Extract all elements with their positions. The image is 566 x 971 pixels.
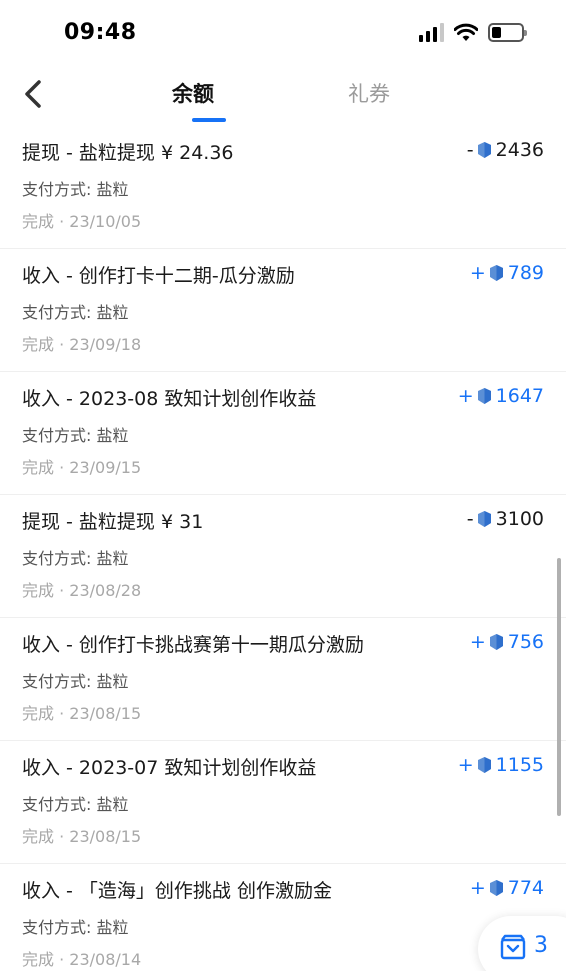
- salt-grain-icon: [489, 880, 503, 896]
- cellular-signal-icon: [419, 22, 444, 42]
- amount-value: 774: [507, 877, 544, 899]
- amount-sign: -: [466, 508, 474, 530]
- floating-inbox-button[interactable]: 3: [478, 916, 566, 971]
- payment-method: 支付方式: 盐粒: [22, 426, 129, 445]
- amount-sign: +: [469, 262, 486, 284]
- transaction-item[interactable]: 收入 - 创作打卡十二期-瓜分激励 + 789 支付方式: 盐粒 完成 · 23…: [0, 249, 566, 372]
- amount-value: 1647: [495, 385, 544, 407]
- transaction-title: 收入 - 2023-07 致知计划创作收益: [22, 757, 317, 779]
- inbox-icon: [500, 934, 526, 960]
- amount-value: 756: [507, 631, 544, 653]
- nav-header: 余额 礼券: [0, 70, 566, 126]
- transaction-title: 提现 - 盐粒提现 ¥ 31: [22, 511, 204, 533]
- salt-grain-icon: [489, 265, 503, 281]
- payment-method: 支付方式: 盐粒: [22, 303, 129, 322]
- inbox-count: 3: [534, 933, 548, 958]
- transaction-title: 收入 - 「造海」创作挑战 创作激励金: [22, 880, 332, 902]
- battery-icon: [488, 22, 527, 42]
- transaction-amount: + 756: [470, 631, 544, 653]
- transaction-amount: + 1155: [458, 754, 544, 776]
- transaction-amount: + 789: [470, 262, 544, 284]
- transaction-title: 收入 - 创作打卡挑战赛第十一期瓜分激励: [22, 634, 364, 656]
- salt-grain-icon: [477, 757, 491, 773]
- amount-sign: +: [469, 877, 486, 899]
- salt-grain-icon: [489, 634, 503, 650]
- transaction-title: 收入 - 2023-08 致知计划创作收益: [22, 388, 317, 410]
- transaction-title: 收入 - 创作打卡十二期-瓜分激励: [22, 265, 295, 287]
- transaction-status: 完成 · 23/08/15: [22, 827, 142, 846]
- tab-coupon[interactable]: 礼券: [348, 78, 390, 108]
- amount-sign: +: [457, 385, 474, 407]
- transaction-item[interactable]: 收入 - 2023-07 致知计划创作收益 + 1155 支付方式: 盐粒 完成…: [0, 741, 566, 864]
- transaction-amount: + 1647: [458, 385, 544, 407]
- transaction-item[interactable]: 提现 - 盐粒提现 ¥ 24.36 - 2436 支付方式: 盐粒 完成 · 2…: [0, 126, 566, 249]
- back-arrow-icon[interactable]: [20, 78, 48, 110]
- transaction-status: 完成 · 23/08/14: [22, 950, 142, 969]
- transaction-status: 完成 · 23/10/05: [22, 212, 142, 231]
- transaction-amount: - 3100: [467, 508, 544, 530]
- payment-method: 支付方式: 盐粒: [22, 795, 129, 814]
- transaction-status: 完成 · 23/09/15: [22, 458, 142, 477]
- transaction-amount: + 774: [470, 877, 544, 899]
- transaction-title: 提现 - 盐粒提现 ¥ 24.36: [22, 142, 234, 164]
- payment-method: 支付方式: 盐粒: [22, 549, 129, 568]
- status-icons: [419, 22, 527, 42]
- payment-method: 支付方式: 盐粒: [22, 180, 129, 199]
- active-tab-indicator: [192, 118, 226, 122]
- transaction-status: 完成 · 23/08/28: [22, 581, 142, 600]
- status-bar: 09:48: [0, 0, 566, 70]
- amount-value: 789: [507, 262, 544, 284]
- amount-value: 1155: [495, 754, 544, 776]
- payment-method: 支付方式: 盐粒: [22, 672, 129, 691]
- salt-grain-icon: [477, 388, 491, 404]
- salt-grain-icon: [477, 511, 491, 527]
- amount-sign: +: [457, 754, 474, 776]
- transaction-list: 提现 - 盐粒提现 ¥ 24.36 - 2436 支付方式: 盐粒 完成 · 2…: [0, 126, 566, 971]
- amount-sign: +: [469, 631, 486, 653]
- amount-value: 2436: [495, 139, 544, 161]
- status-time: 09:48: [64, 20, 137, 45]
- payment-method: 支付方式: 盐粒: [22, 918, 129, 937]
- transaction-item[interactable]: 收入 - 创作打卡挑战赛第十一期瓜分激励 + 756 支付方式: 盐粒 完成 ·…: [0, 618, 566, 741]
- transaction-status: 完成 · 23/08/15: [22, 704, 142, 723]
- transaction-status: 完成 · 23/09/18: [22, 335, 142, 354]
- salt-grain-icon: [477, 142, 491, 158]
- amount-value: 3100: [495, 508, 544, 530]
- wifi-icon: [454, 23, 478, 41]
- tab-balance[interactable]: 余额: [172, 78, 214, 108]
- transaction-amount: - 2436: [467, 139, 544, 161]
- transaction-item[interactable]: 收入 - 2023-08 致知计划创作收益 + 1647 支付方式: 盐粒 完成…: [0, 372, 566, 495]
- transaction-item[interactable]: 提现 - 盐粒提现 ¥ 31 - 3100 支付方式: 盐粒 完成 · 23/0…: [0, 495, 566, 618]
- scrollbar[interactable]: [557, 558, 561, 816]
- amount-sign: -: [466, 139, 474, 161]
